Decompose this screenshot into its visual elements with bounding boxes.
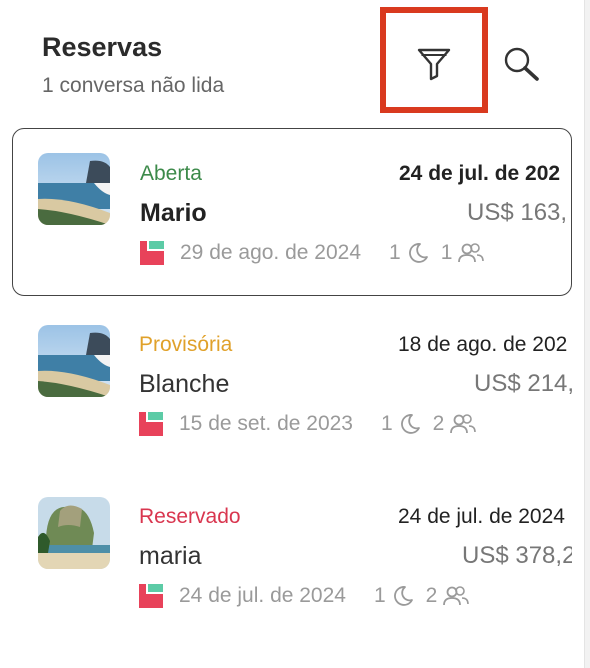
reservation-date: 24 de jul. de 202 xyxy=(399,162,561,185)
status-label: Provisória xyxy=(139,333,233,356)
property-thumbnail xyxy=(38,497,110,569)
search-icon xyxy=(504,47,539,81)
brand-logo xyxy=(139,412,163,436)
guests-count: 1 xyxy=(440,241,453,264)
page-title: Reservas xyxy=(42,32,163,62)
people-icon xyxy=(458,242,485,264)
unread-count: 1 conversa não lida xyxy=(42,74,225,97)
status-label: Reservado xyxy=(139,505,241,528)
reservation-date: 24 de jul. de 2024 xyxy=(398,505,565,528)
nights-count: 1 xyxy=(373,584,386,607)
guest-name: maria xyxy=(139,542,202,570)
brand-logo xyxy=(139,584,163,608)
guests-count: 2 xyxy=(425,584,438,607)
guest-name: Blanche xyxy=(139,370,230,398)
guest-name: Mario xyxy=(140,199,207,227)
reservation-date: 18 de ago. de 202 xyxy=(398,333,568,356)
property-thumbnail xyxy=(38,153,110,225)
guests-count: 2 xyxy=(432,412,445,435)
brand-logo xyxy=(140,241,164,265)
checkin-date: 15 de set. de 2023 xyxy=(179,412,353,435)
reservation-price: US$ 378,2 xyxy=(462,542,572,569)
people-icon xyxy=(450,413,477,435)
reservation-card[interactable]: Aberta 24 de jul. de 202 Mario US$ 163, … xyxy=(12,128,572,296)
reservation-price: US$ 214, xyxy=(474,370,572,397)
moon-icon xyxy=(392,585,414,607)
status-label: Aberta xyxy=(140,162,202,185)
scroll-edge xyxy=(584,0,590,668)
checkin-date: 29 de ago. de 2024 xyxy=(180,241,362,264)
moon-icon xyxy=(399,413,421,435)
people-icon xyxy=(443,585,470,607)
search-button[interactable] xyxy=(500,44,544,84)
reservation-meta: 15 de set. de 2023 1 2 xyxy=(139,410,477,438)
nights-count: 1 xyxy=(389,241,401,264)
nights-count: 1 xyxy=(380,412,393,435)
reservation-card[interactable]: Reservado 24 de jul. de 2024 maria US$ 3… xyxy=(12,472,572,640)
property-thumbnail xyxy=(38,325,110,397)
reservation-price: US$ 163, xyxy=(467,199,568,226)
checkin-date: 24 de jul. de 2024 xyxy=(179,584,346,607)
moon-icon xyxy=(407,242,429,264)
reservation-meta: 29 de ago. de 2024 1 1 xyxy=(140,239,485,267)
funnel-icon xyxy=(417,48,451,81)
reservation-card[interactable]: Provisória 18 de ago. de 202 Blanche US$… xyxy=(12,300,572,468)
filter-button[interactable] xyxy=(414,44,454,84)
reservation-meta: 24 de jul. de 2024 1 2 xyxy=(139,582,470,610)
